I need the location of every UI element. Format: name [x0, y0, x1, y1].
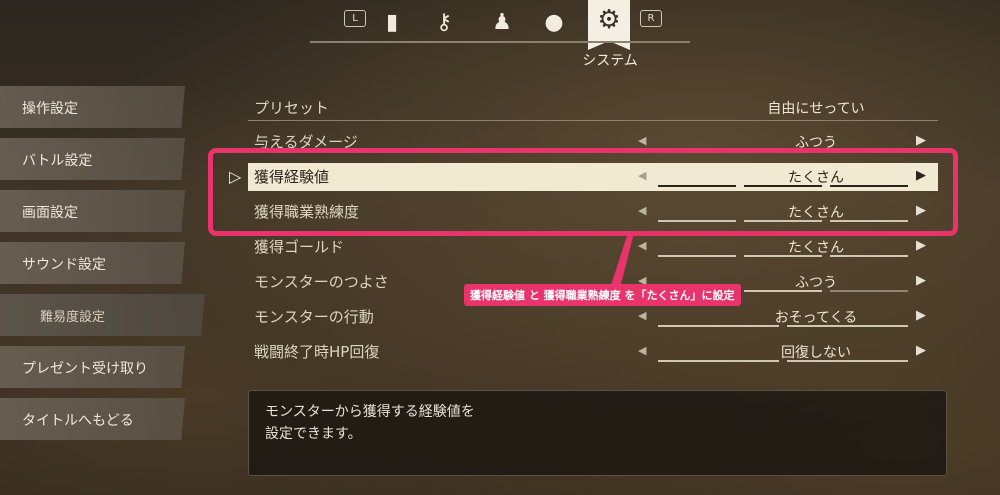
setting-label: 戦闘終了時HP回復	[254, 343, 380, 361]
sidebar-item-battle[interactable]: バトル設定	[0, 138, 185, 180]
sidebar-item-label: 画面設定	[22, 205, 78, 221]
party-icon[interactable]: ♟	[486, 6, 518, 38]
gear-icon: ⚙	[597, 5, 621, 35]
setting-label: モンスターの行動	[254, 308, 374, 326]
setting-row-hp-recover[interactable]: 戦闘終了時HP回復 ◀ 回復しない ▶	[248, 338, 938, 366]
arrow-right-icon[interactable]: ▶	[916, 308, 926, 323]
arrow-right-icon[interactable]: ▶	[916, 343, 926, 358]
r-shoulder-key[interactable]: R	[640, 10, 662, 27]
setting-row-preset[interactable]: プリセット 自由にせってい	[248, 94, 938, 122]
topbar-divider	[310, 41, 690, 43]
level-gauge	[658, 325, 908, 327]
setting-label: 獲得ゴールド	[254, 238, 345, 256]
arrow-left-icon[interactable]: ◀	[638, 344, 646, 357]
setting-label: プリセット	[254, 99, 330, 117]
sidebar-item-sound[interactable]: サウンド設定	[0, 242, 185, 284]
setting-value: 自由にせってい	[767, 101, 865, 117]
sidebar-item-label: 難易度設定	[40, 310, 106, 325]
sidebar-item-label: プレゼント受け取り	[22, 361, 148, 377]
active-tab-label: システム	[582, 53, 638, 69]
arrow-right-icon[interactable]: ▶	[916, 273, 926, 288]
sidebar-item-label: 操作設定	[22, 101, 78, 117]
sidebar-item-display[interactable]: 画面設定	[0, 190, 185, 232]
arrow-left-icon[interactable]: ◀	[638, 309, 646, 322]
setting-value: たくさん	[788, 240, 844, 256]
setting-row-monster-action[interactable]: モンスターの行動 ◀ おそってくる ▶	[248, 303, 938, 331]
callout-pointer	[610, 233, 634, 288]
annotation-highlight-box	[208, 148, 958, 236]
sidebar-item-title[interactable]: タイトルへもどる	[0, 398, 185, 440]
level-gauge	[658, 360, 908, 362]
sidebar-item-label: バトル設定	[22, 153, 93, 169]
book-icon[interactable]: ▮	[376, 6, 408, 38]
annotation-callout: 獲得経験値 と 獲得職業熟練度 を「たくさん」に設定	[464, 284, 741, 306]
arrow-left-icon[interactable]: ◀	[638, 134, 646, 147]
key-icon[interactable]: ⚷	[428, 6, 460, 38]
setting-value: 回復しない	[781, 345, 851, 361]
sidebar-item-label: サウンド設定	[22, 257, 106, 273]
settings-sidebar: 操作設定 バトル設定 画面設定 サウンド設定 難易度設定 プレゼント受け取り タ…	[0, 86, 205, 450]
l-shoulder-key[interactable]: L	[344, 10, 366, 27]
setting-label: モンスターのつよさ	[254, 273, 389, 291]
description-box: モンスターから獲得する経験値を 設定できます。	[248, 390, 947, 476]
description-line-1: モンスターから獲得する経験値を	[265, 404, 475, 420]
sidebar-item-label: タイトルへもどる	[22, 413, 134, 429]
setting-value: おそってくる	[774, 310, 858, 326]
arrow-right-icon[interactable]: ▶	[916, 133, 926, 148]
level-gauge	[658, 255, 908, 257]
preset-divider	[248, 120, 938, 121]
arrow-right-icon[interactable]: ▶	[916, 238, 926, 253]
sidebar-item-controls[interactable]: 操作設定	[0, 86, 185, 128]
description-line-2: 設定できます。	[265, 426, 362, 442]
sidebar-item-difficulty[interactable]: 難易度設定	[0, 294, 205, 336]
sidebar-item-present[interactable]: プレゼント受け取り	[0, 346, 185, 388]
setting-row-gold[interactable]: 獲得ゴールド ◀ たくさん ▶	[248, 233, 938, 261]
top-tab-bar: L ▮ ⚷ ♟ ● ⚙ R	[310, 0, 690, 50]
bag-icon[interactable]: ●	[538, 6, 570, 38]
